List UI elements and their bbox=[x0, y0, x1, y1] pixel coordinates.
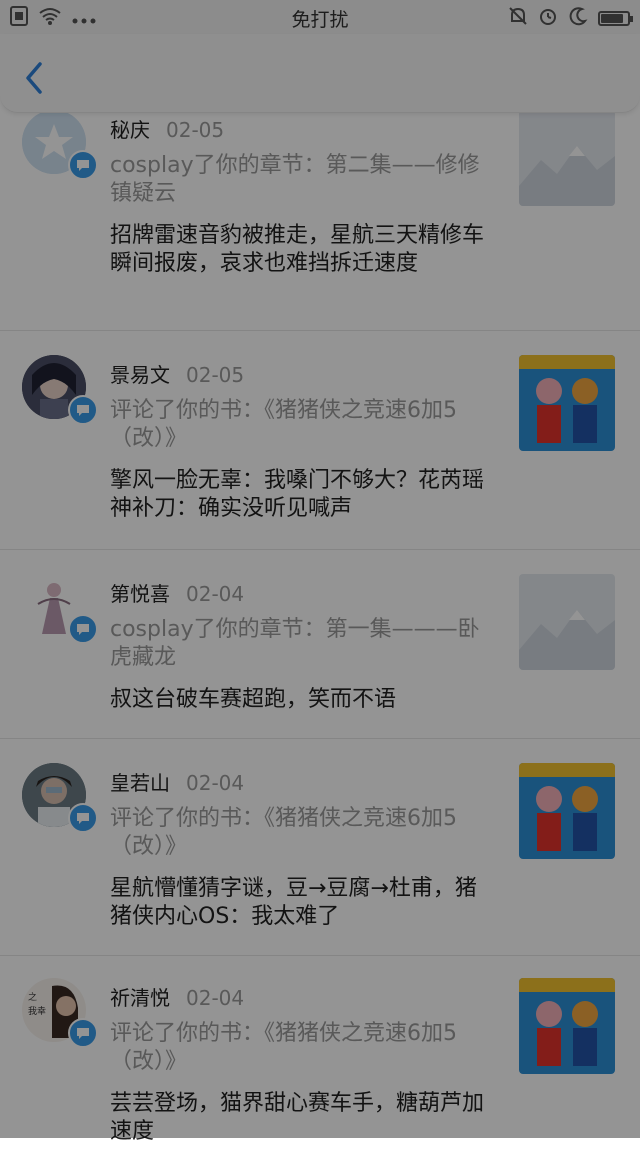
timestamp: 02-04 bbox=[186, 771, 245, 795]
notification-list: 秘庆 02-05 cosplay了你的章节：第二集——修修镇疑云 招牌雷速音豹被推… bbox=[0, 110, 640, 1176]
battery-level bbox=[601, 14, 624, 23]
user-name[interactable]: 皇若山 bbox=[110, 771, 170, 795]
alarm-icon bbox=[538, 6, 558, 31]
svg-text:我幸: 我幸 bbox=[28, 1006, 46, 1017]
action-text: 评论了你的书：《猪猪侠之竞速6加5（改）》 bbox=[110, 1021, 457, 1074]
action-text: cosplay了你的章节：第一集———卧虎藏龙 bbox=[110, 617, 480, 670]
comment-text: 擎风一脸无辜：我嗓门不够大？花芮瑶神补刀：确实没听见喊声 bbox=[110, 468, 485, 521]
book-cover-image bbox=[519, 355, 615, 451]
comment-text: 叔这台破车赛超跑，笑而不语 bbox=[110, 687, 397, 712]
notification-item[interactable]: 第悦喜 02-04 cosplay了你的章节：第一集———卧虎藏龙 叔这台破车赛超… bbox=[0, 550, 640, 739]
comment-badge-icon bbox=[68, 395, 98, 425]
timestamp: 02-04 bbox=[186, 986, 245, 1010]
battery-icon bbox=[598, 11, 633, 26]
book-cover-image bbox=[519, 763, 615, 859]
notification-item[interactable]: 景易文 02-05 评论了你的书：《猪猪侠之竞速6加5（改）》 擎风一脸无辜：我嗓… bbox=[0, 331, 640, 550]
timestamp: 02-04 bbox=[186, 582, 245, 606]
user-name[interactable]: 第悦喜 bbox=[110, 582, 170, 606]
action-text: 评论了你的书：《猪猪侠之竞速6加5（改）》 bbox=[110, 806, 457, 859]
comment-badge-icon bbox=[68, 150, 98, 180]
comment-text: 招牌雷速音豹被推走，星航三天精修车瞬间报废，哀求也难挡拆迁速度 bbox=[110, 223, 485, 276]
comment-badge-icon bbox=[68, 1018, 98, 1048]
mountain-placeholder-icon bbox=[519, 110, 615, 206]
chapter-thumbnail[interactable] bbox=[519, 574, 615, 670]
notification-item[interactable]: 之我幸 祈清悦 02-04 评论了你的书：《猪猪侠之竞速6加5（改）》 芸芸登场，… bbox=[0, 956, 640, 1176]
book-cover[interactable] bbox=[519, 355, 615, 451]
chevron-left-icon bbox=[26, 62, 42, 94]
svg-text:之: 之 bbox=[28, 991, 37, 1003]
mountain-placeholder-icon bbox=[519, 574, 615, 670]
book-cover[interactable] bbox=[519, 763, 615, 859]
moon-icon bbox=[568, 6, 588, 31]
back-button[interactable] bbox=[18, 56, 54, 100]
comment-badge-icon bbox=[68, 614, 98, 644]
user-name[interactable]: 祈清悦 bbox=[110, 986, 170, 1010]
user-name[interactable]: 秘庆 bbox=[110, 118, 150, 142]
user-name[interactable]: 景易文 bbox=[110, 363, 170, 387]
book-cover-image bbox=[519, 978, 615, 1074]
comment-badge-icon bbox=[68, 803, 98, 833]
status-bar: 免打扰 bbox=[0, 0, 640, 34]
timestamp: 02-05 bbox=[186, 363, 245, 387]
action-text: cosplay了你的章节：第二集——修修镇疑云 bbox=[110, 153, 480, 206]
top-nav-bar bbox=[0, 34, 640, 113]
action-text: 评论了你的书：《猪猪侠之竞速6加5（改）》 bbox=[110, 398, 457, 451]
timestamp: 02-05 bbox=[166, 118, 225, 142]
comment-text: 星航懵懂猜字谜，豆→豆腐→杜甫，猪猪侠内心OS：我太难了 bbox=[110, 876, 477, 929]
chapter-thumbnail[interactable] bbox=[519, 110, 615, 206]
book-cover[interactable] bbox=[519, 978, 615, 1074]
silent-bell-icon bbox=[508, 6, 528, 31]
notification-item[interactable]: 秘庆 02-05 cosplay了你的章节：第二集——修修镇疑云 招牌雷速音豹被推… bbox=[0, 104, 640, 331]
notification-item[interactable]: 皇若山 02-04 评论了你的书：《猪猪侠之竞速6加5（改）》 星航懵懂猜字谜，豆… bbox=[0, 739, 640, 956]
